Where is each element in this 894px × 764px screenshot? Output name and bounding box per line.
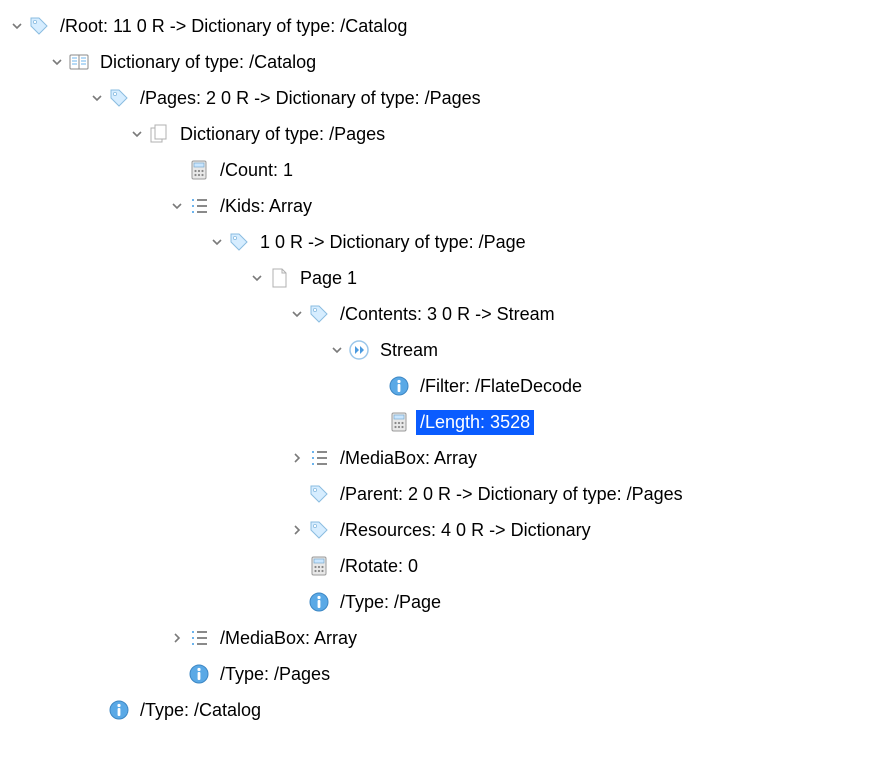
tree-row-page-type[interactable]: /Type: /Page — [8, 584, 886, 620]
tree-view: /Root: 11 0 R -> Dictionary of type: /Ca… — [8, 8, 886, 728]
tree-label: /Type: /Page — [336, 590, 445, 615]
tag-icon — [308, 483, 330, 505]
tree-label: /Kids: Array — [216, 194, 316, 219]
tree-row-count[interactable]: /Count: 1 — [8, 152, 886, 188]
tree-row-pages-type[interactable]: /Type: /Pages — [8, 656, 886, 692]
tree-row-resources[interactable]: /Resources: 4 0 R -> Dictionary — [8, 512, 886, 548]
list-icon — [308, 447, 330, 469]
info-icon — [188, 663, 210, 685]
chevron-down-icon[interactable] — [8, 17, 26, 35]
chevron-right-icon[interactable] — [288, 521, 306, 539]
tree-label: /Pages: 2 0 R -> Dictionary of type: /Pa… — [136, 86, 485, 111]
chevron-down-icon[interactable] — [328, 341, 346, 359]
list-icon — [188, 195, 210, 217]
tree-row-rotate[interactable]: /Rotate: 0 — [8, 548, 886, 584]
tag-icon — [108, 87, 130, 109]
tree-row-parent[interactable]: /Parent: 2 0 R -> Dictionary of type: /P… — [8, 476, 886, 512]
tree-label-selected: /Length: 3528 — [416, 410, 534, 435]
tree-row-filter[interactable]: /Filter: /FlateDecode — [8, 368, 886, 404]
tag-icon — [308, 303, 330, 325]
tree-label: Dictionary of type: /Catalog — [96, 50, 320, 75]
tree-row-stream[interactable]: Stream — [8, 332, 886, 368]
calculator-icon — [388, 411, 410, 433]
document-icon — [268, 267, 290, 289]
tree-label: /Root: 11 0 R -> Dictionary of type: /Ca… — [56, 14, 411, 39]
tree-label: /Contents: 3 0 R -> Stream — [336, 302, 559, 327]
tree-label: /Resources: 4 0 R -> Dictionary — [336, 518, 595, 543]
tree-label: /MediaBox: Array — [216, 626, 361, 651]
book-icon — [68, 51, 90, 73]
tag-icon — [308, 519, 330, 541]
tree-row-catalog-dict[interactable]: Dictionary of type: /Catalog — [8, 44, 886, 80]
tree-row-contents[interactable]: /Contents: 3 0 R -> Stream — [8, 296, 886, 332]
chevron-down-icon[interactable] — [248, 269, 266, 287]
tree-row-pages-dict[interactable]: Dictionary of type: /Pages — [8, 116, 886, 152]
tag-icon — [28, 15, 50, 37]
tree-row-root[interactable]: /Root: 11 0 R -> Dictionary of type: /Ca… — [8, 8, 886, 44]
tree-row-page-mediabox[interactable]: /MediaBox: Array — [8, 440, 886, 476]
tree-label: Stream — [376, 338, 442, 363]
tree-label: Page 1 — [296, 266, 361, 291]
tree-label: /MediaBox: Array — [336, 446, 481, 471]
tree-row-pages-mediabox[interactable]: /MediaBox: Array — [8, 620, 886, 656]
tree-label: Dictionary of type: /Pages — [176, 122, 389, 147]
tree-row-catalog-type[interactable]: /Type: /Catalog — [8, 692, 886, 728]
chevron-down-icon[interactable] — [128, 125, 146, 143]
tree-label: /Type: /Catalog — [136, 698, 265, 723]
stream-icon — [348, 339, 370, 361]
tree-label: /Filter: /FlateDecode — [416, 374, 586, 399]
chevron-down-icon[interactable] — [208, 233, 226, 251]
tree-row-kids[interactable]: /Kids: Array — [8, 188, 886, 224]
calculator-icon — [188, 159, 210, 181]
info-icon — [308, 591, 330, 613]
chevron-down-icon[interactable] — [88, 89, 106, 107]
info-icon — [388, 375, 410, 397]
chevron-right-icon[interactable] — [288, 449, 306, 467]
chevron-down-icon[interactable] — [168, 197, 186, 215]
tree-label: /Count: 1 — [216, 158, 297, 183]
tree-label: /Type: /Pages — [216, 662, 334, 687]
chevron-down-icon[interactable] — [288, 305, 306, 323]
tree-row-page-ref[interactable]: 1 0 R -> Dictionary of type: /Page — [8, 224, 886, 260]
tree-row-pages-ref[interactable]: /Pages: 2 0 R -> Dictionary of type: /Pa… — [8, 80, 886, 116]
chevron-right-icon[interactable] — [168, 629, 186, 647]
tree-row-page1[interactable]: Page 1 — [8, 260, 886, 296]
list-icon — [188, 627, 210, 649]
tree-label: /Rotate: 0 — [336, 554, 422, 579]
info-icon — [108, 699, 130, 721]
tree-row-length[interactable]: /Length: 3528 — [8, 404, 886, 440]
calculator-icon — [308, 555, 330, 577]
chevron-down-icon[interactable] — [48, 53, 66, 71]
tag-icon — [228, 231, 250, 253]
tree-label: /Parent: 2 0 R -> Dictionary of type: /P… — [336, 482, 687, 507]
documents-icon — [148, 123, 170, 145]
tree-label: 1 0 R -> Dictionary of type: /Page — [256, 230, 530, 255]
